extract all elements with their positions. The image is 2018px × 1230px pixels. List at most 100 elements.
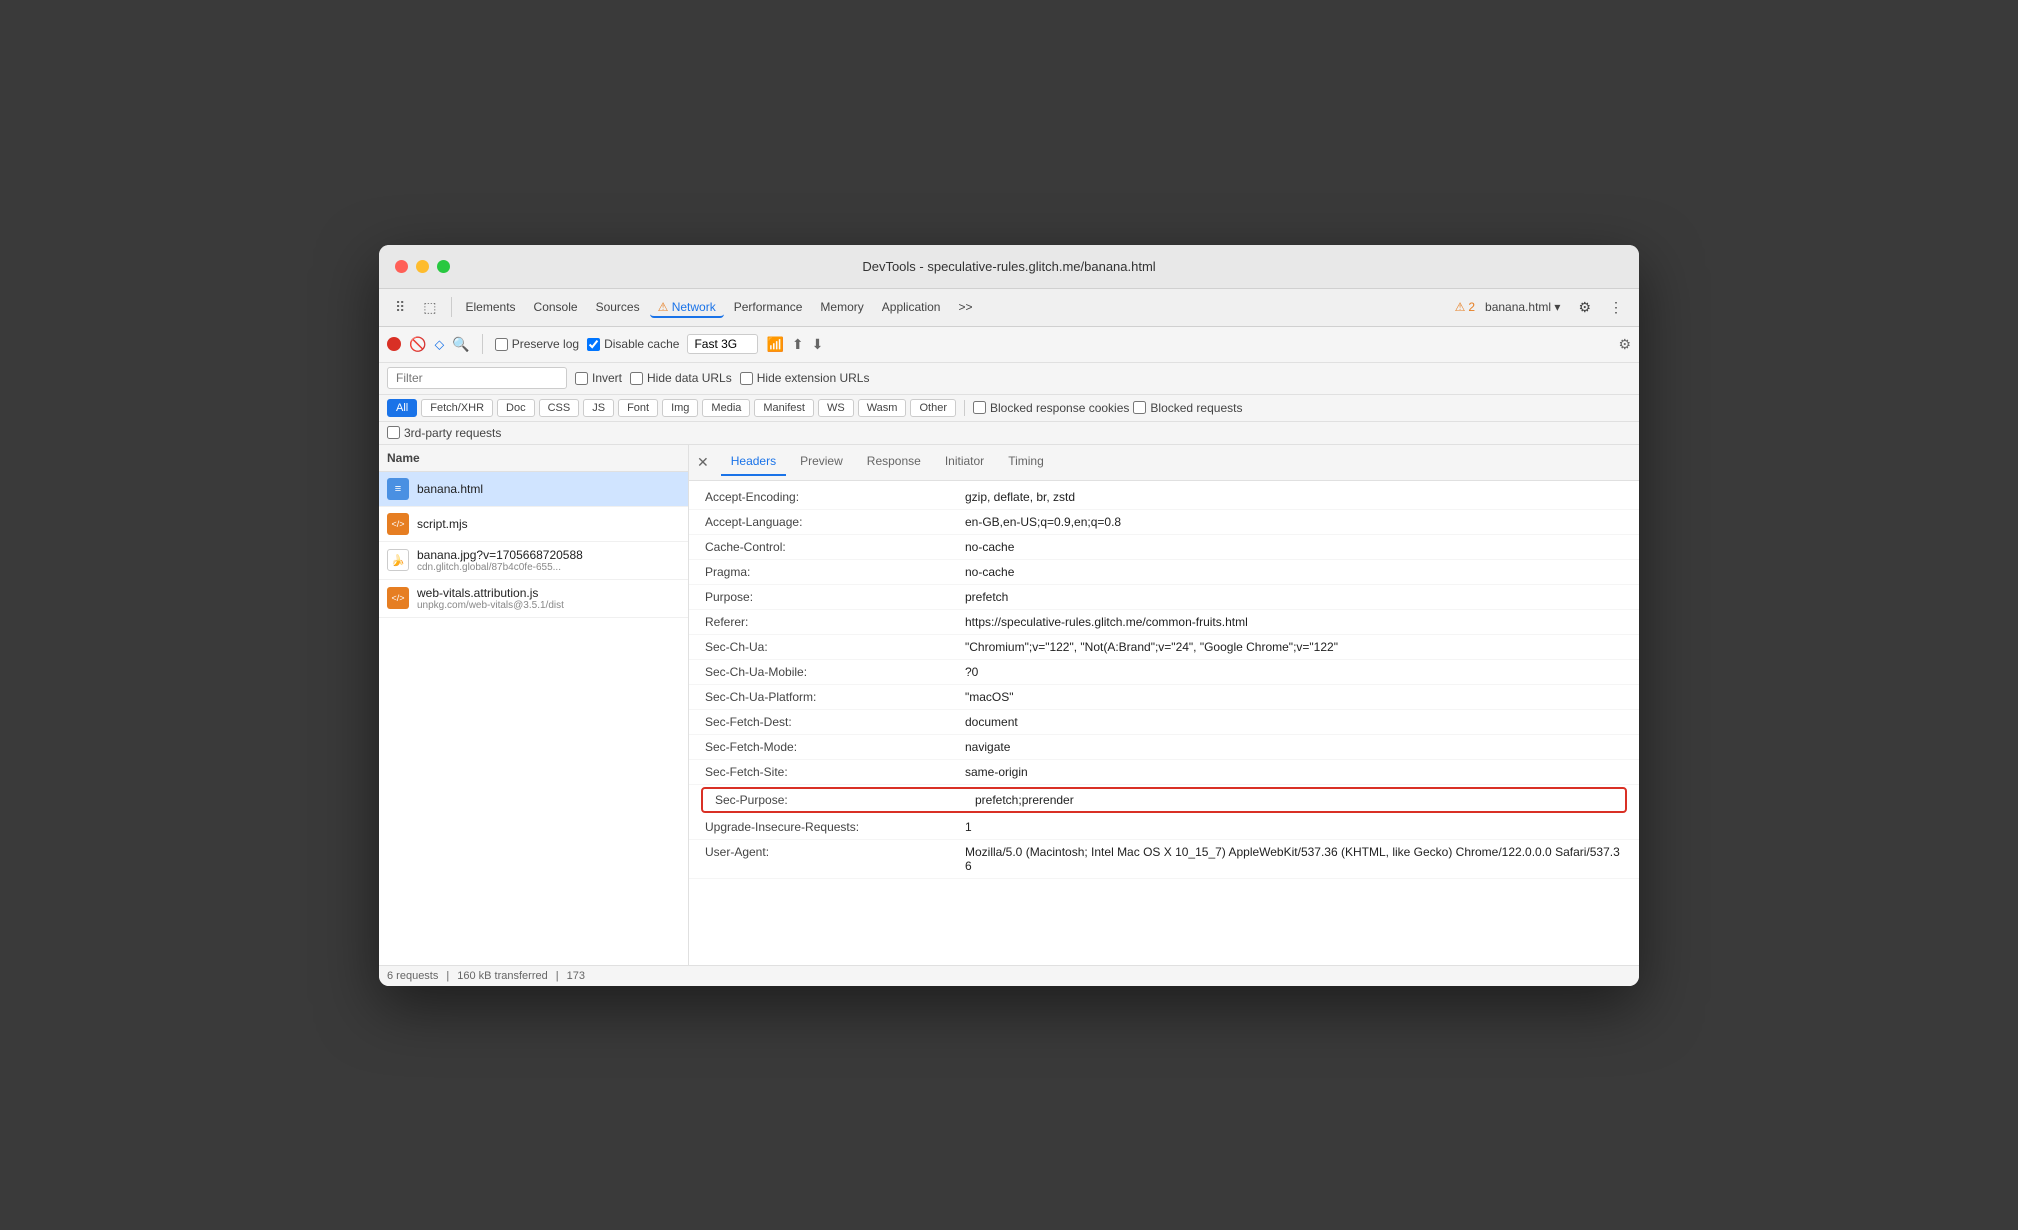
settings-btn[interactable]: ⚙ <box>1570 295 1599 320</box>
file-name-3: banana.jpg?v=1705668720588 <box>417 548 583 562</box>
third-party-checkbox[interactable] <box>387 426 400 439</box>
file-icon-img: 🍌 <box>387 549 409 571</box>
hide-extension-urls-label[interactable]: Hide extension URLs <box>740 371 870 385</box>
header-row: Sec-Fetch-Site:same-origin <box>689 760 1639 785</box>
filter-ws[interactable]: WS <box>818 399 854 417</box>
more-options-btn[interactable]: ⋮ <box>1601 295 1631 320</box>
disable-cache-checkbox[interactable] <box>587 338 600 351</box>
tab-memory[interactable]: Memory <box>812 296 871 318</box>
close-button[interactable] <box>395 260 408 273</box>
file-name-wrap-2: script.mjs <box>417 517 468 531</box>
detail-tab-headers[interactable]: Headers <box>721 448 786 476</box>
blocked-response-cookies-label[interactable]: Blocked response cookies <box>973 401 1129 415</box>
third-party-label[interactable]: 3rd-party requests <box>387 426 501 440</box>
tab-application[interactable]: Application <box>874 296 949 318</box>
header-value: ?0 <box>965 665 1623 679</box>
header-value: navigate <box>965 740 1623 754</box>
maximize-button[interactable] <box>437 260 450 273</box>
blocked-requests-checkbox[interactable] <box>1133 401 1146 414</box>
header-name: User-Agent: <box>705 845 965 873</box>
download-icon[interactable]: ⬇ <box>812 336 824 353</box>
minimize-button[interactable] <box>416 260 429 273</box>
requests-count: 6 requests <box>387 970 438 982</box>
chevron-down-icon: ▾ <box>1554 300 1560 314</box>
filter-button[interactable]: ⬦ <box>434 336 444 353</box>
blocked-response-cookies-checkbox[interactable] <box>973 401 986 414</box>
header-row: Purpose:prefetch <box>689 585 1639 610</box>
detail-close-btn[interactable]: ✕ <box>697 454 709 471</box>
filter-doc[interactable]: Doc <box>497 399 535 417</box>
filter-all[interactable]: All <box>387 399 417 417</box>
header-name: Pragma: <box>705 565 965 579</box>
invert-checkbox[interactable] <box>575 372 588 385</box>
header-value: no-cache <box>965 540 1623 554</box>
detail-tab-preview[interactable]: Preview <box>790 448 853 476</box>
header-value: prefetch <box>965 590 1623 604</box>
header-row: Sec-Ch-Ua-Mobile:?0 <box>689 660 1639 685</box>
separator2: | <box>556 970 559 982</box>
file-item-web-vitals[interactable]: </> web-vitals.attribution.js unpkg.com/… <box>379 580 688 618</box>
blocked-requests-label[interactable]: Blocked requests <box>1133 401 1242 415</box>
wifi-icon[interactable]: 📶 <box>766 336 783 353</box>
controls-separator <box>482 334 483 354</box>
invert-filter-label[interactable]: Invert <box>575 371 622 385</box>
current-page-btn[interactable]: banana.html ▾ <box>1477 296 1568 318</box>
tab-sources[interactable]: Sources <box>588 296 648 318</box>
file-icon-js: </> <box>387 513 409 535</box>
main-content: Name ≡ banana.html </> script.mjs <box>379 445 1639 965</box>
disable-cache-label[interactable]: Disable cache <box>587 337 679 351</box>
record-button[interactable] <box>387 337 401 351</box>
header-row: Sec-Fetch-Dest:document <box>689 710 1639 735</box>
file-name-4: web-vitals.attribution.js <box>417 586 564 600</box>
hide-extension-urls-checkbox[interactable] <box>740 372 753 385</box>
tab-console[interactable]: Console <box>526 296 586 318</box>
titlebar: DevTools - speculative-rules.glitch.me/b… <box>379 245 1639 289</box>
preserve-log-label[interactable]: Preserve log <box>495 337 579 351</box>
filter-input[interactable] <box>387 367 567 389</box>
filter-fetch-xhr[interactable]: Fetch/XHR <box>421 399 493 417</box>
header-value: no-cache <box>965 565 1623 579</box>
filter-img[interactable]: Img <box>662 399 698 417</box>
upload-icon[interactable]: ⬆ <box>792 336 804 353</box>
detail-tab-response[interactable]: Response <box>857 448 931 476</box>
device-toggle-btn[interactable]: ⬚ <box>415 295 444 320</box>
tab-more[interactable]: >> <box>950 296 980 318</box>
filter-wasm[interactable]: Wasm <box>858 399 907 417</box>
header-row-highlighted: Sec-Purpose:prefetch;prerender <box>701 787 1627 813</box>
file-item-banana-jpg[interactable]: 🍌 banana.jpg?v=1705668720588 cdn.glitch.… <box>379 542 688 580</box>
filter-media[interactable]: Media <box>702 399 750 417</box>
filter-other[interactable]: Other <box>910 399 956 417</box>
header-name: Sec-Ch-Ua: <box>705 640 965 654</box>
throttle-select[interactable]: Fast 3G <box>687 334 758 354</box>
header-value: "macOS" <box>965 690 1623 704</box>
filter-manifest[interactable]: Manifest <box>754 399 814 417</box>
network-warning-icon: ⚠ <box>658 300 669 314</box>
filter-js[interactable]: JS <box>583 399 614 417</box>
preserve-log-checkbox[interactable] <box>495 338 508 351</box>
file-item-script-mjs[interactable]: </> script.mjs <box>379 507 688 542</box>
network-settings-btn[interactable]: ⚙ <box>1618 336 1631 353</box>
filter-css[interactable]: CSS <box>539 399 580 417</box>
clear-button[interactable]: 🚫 <box>409 336 426 353</box>
hide-data-urls-checkbox[interactable] <box>630 372 643 385</box>
search-button[interactable]: 🔍 <box>452 336 469 353</box>
traffic-lights <box>395 260 450 273</box>
header-name: Accept-Encoding: <box>705 490 965 504</box>
detail-tab-initiator[interactable]: Initiator <box>935 448 994 476</box>
detail-tabs: ✕ Headers Preview Response Initiator Tim… <box>689 445 1639 481</box>
detail-tab-timing[interactable]: Timing <box>998 448 1054 476</box>
header-value: 1 <box>965 820 1623 834</box>
tab-performance[interactable]: Performance <box>726 296 811 318</box>
filter-font[interactable]: Font <box>618 399 658 417</box>
tab-network[interactable]: ⚠ Network <box>650 296 724 318</box>
header-name: Sec-Fetch-Site: <box>705 765 965 779</box>
hide-data-urls-label[interactable]: Hide data URLs <box>630 371 732 385</box>
file-item-banana-html[interactable]: ≡ banana.html <box>379 472 688 507</box>
file-name-2: script.mjs <box>417 517 468 531</box>
separator: | <box>446 970 449 982</box>
tab-elements[interactable]: Elements <box>458 296 524 318</box>
file-name-wrap: banana.html <box>417 482 483 496</box>
header-row: Sec-Ch-Ua:"Chromium";v="122", "Not(A:Bra… <box>689 635 1639 660</box>
cursor-tool-btn[interactable]: ⠿ <box>387 295 413 320</box>
header-name: Upgrade-Insecure-Requests: <box>705 820 965 834</box>
